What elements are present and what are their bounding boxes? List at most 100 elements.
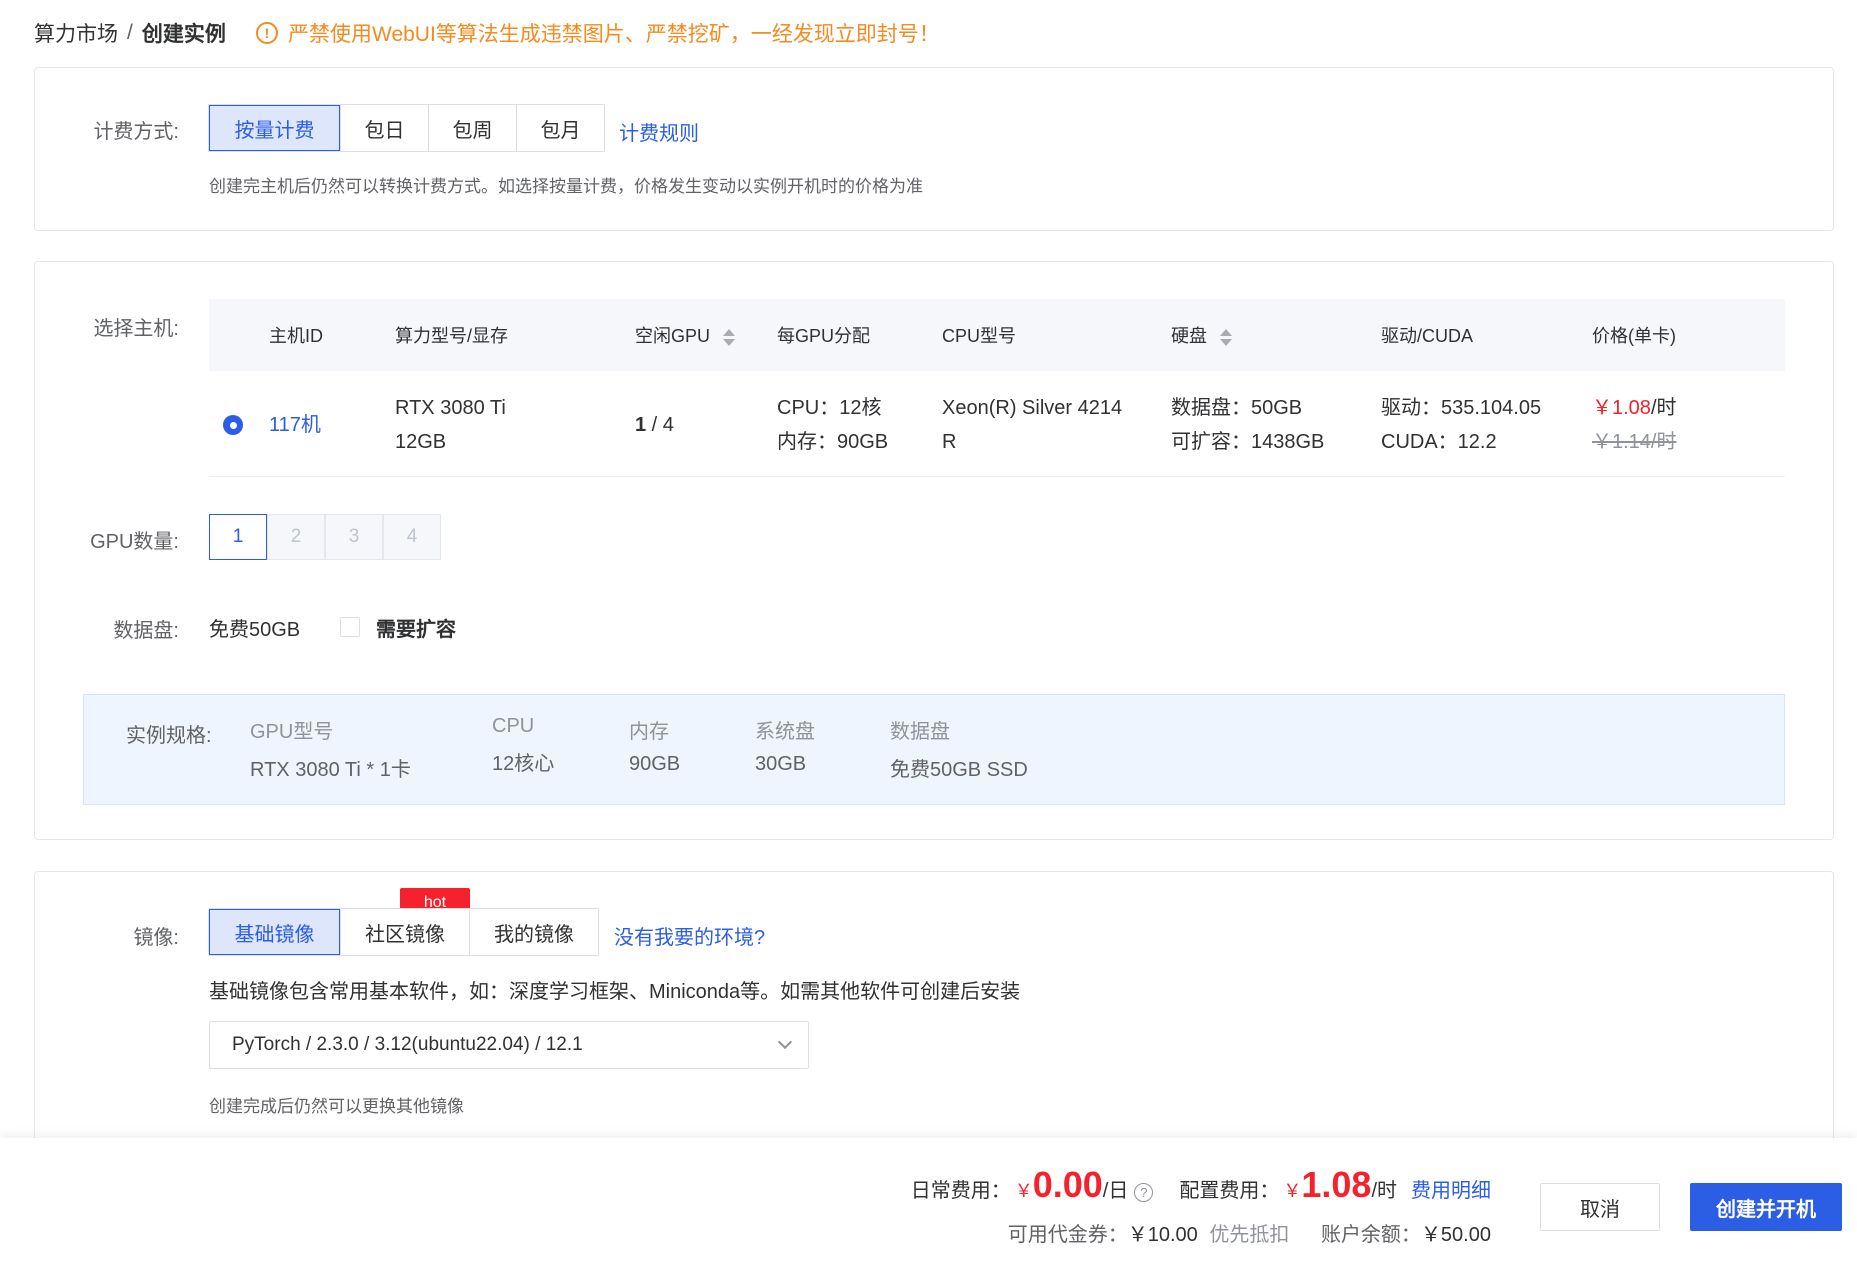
billing-hint: 创建完主机后仍然可以转换计费方式。如选择按量计费，价格发生变动以实例开机时的价格… xyxy=(209,177,923,196)
footer-bar: 日常费用： ￥ 0.00 /日 ? 配置费用： ￥ 1.08 /时 费用明细 可… xyxy=(0,1138,1857,1266)
balance-summary: 可用代金券：￥10.00 优先抵扣 账户余额：￥50.00 xyxy=(1008,1218,1491,1247)
host-label: 选择主机: xyxy=(93,318,179,340)
voucher-amount: ￥10.00 xyxy=(1127,1224,1198,1246)
fee-detail-link[interactable]: 费用明细 xyxy=(1411,1174,1491,1203)
billing-option-hourly[interactable]: 按量计费 xyxy=(209,105,340,151)
col-driver: 驱动/CUDA xyxy=(1381,326,1474,346)
spec-gpu: GPU型号 RTX 3080 Ti * 1卡 xyxy=(250,715,411,782)
col-price: 价格(单卡) xyxy=(1592,326,1676,346)
host-cuda-version: CUDA：12.2 xyxy=(1381,431,1497,453)
host-card: 选择主机: 主机ID 算力型号/显存 空闲GPU 每GPU分配 CPU型号 硬盘… xyxy=(34,261,1834,840)
exclamation-icon: ! xyxy=(256,22,278,44)
gpu-count-label: GPU数量: xyxy=(90,531,179,553)
billing-card: 计费方式: 按量计费 包日 包周 包月 计费规则 创建完主机后仍然可以转换计费方… xyxy=(34,67,1834,231)
create-and-start-button[interactable]: 创建并开机 xyxy=(1690,1183,1842,1231)
billing-option-monthly[interactable]: 包月 xyxy=(516,105,604,151)
balance-label: 账户余额： xyxy=(1320,1224,1421,1246)
price-unit: /时 xyxy=(1650,397,1677,419)
spec-system-disk-key: 系统盘 xyxy=(755,721,815,743)
col-cpu: CPU型号 xyxy=(942,326,1017,346)
billing-options: 按量计费 包日 包周 包月 xyxy=(208,104,605,152)
host-price: ￥1.08/时 ￥1.14/时 xyxy=(1592,391,1677,459)
gpu-count-option-1[interactable]: 1 xyxy=(209,514,267,560)
gpu-count-options: 1 2 3 4 xyxy=(209,514,441,560)
spec-memory-value: 90GB xyxy=(629,753,681,775)
host-disk-data: 数据盘：50GB xyxy=(1171,397,1303,419)
host-id[interactable]: 117机 xyxy=(269,408,321,442)
expand-checkbox[interactable] xyxy=(340,617,360,637)
spec-gpu-key: GPU型号 xyxy=(250,721,334,743)
daily-fee-amount: 0.00 xyxy=(1032,1164,1103,1205)
tab-community-image[interactable]: 社区镜像 xyxy=(340,909,469,955)
host-disk: 数据盘：50GB 可扩容：1438GB xyxy=(1171,391,1324,459)
daily-fee-currency: ￥ xyxy=(1014,1181,1033,1201)
help-icon[interactable]: ? xyxy=(1134,1183,1154,1202)
daily-fee-label: 日常费用： xyxy=(910,1180,1011,1202)
instance-spec: 实例规格: GPU型号 RTX 3080 Ti * 1卡 CPU 12核心 内存… xyxy=(83,694,1785,805)
host-alloc-mem: 内存：90GB xyxy=(777,431,889,453)
chevron-down-icon xyxy=(777,1034,793,1050)
tab-my-image[interactable]: 我的镜像 xyxy=(469,909,598,955)
image-card: 镜像: hot 基础镜像 社区镜像 我的镜像 没有我要的环境? 基础镜像包含常用… xyxy=(34,871,1834,1171)
host-table-header: 主机ID 算力型号/显存 空闲GPU 每GPU分配 CPU型号 硬盘 驱动/CU… xyxy=(209,299,1785,371)
host-free-gpu-total: / 4 xyxy=(646,414,674,436)
host-alloc-cpu: CPU：12核 xyxy=(777,397,882,419)
spec-data-disk-value: 免费50GB SSD xyxy=(890,759,1028,781)
host-model-name: RTX 3080 Ti xyxy=(395,397,506,419)
tab-base-image[interactable]: 基础镜像 xyxy=(209,909,340,955)
billing-option-daily[interactable]: 包日 xyxy=(340,105,428,151)
expand-label[interactable]: 需要扩容 xyxy=(376,613,456,642)
spec-memory: 内存 90GB xyxy=(629,715,680,776)
col-disk[interactable]: 硬盘 xyxy=(1171,322,1233,348)
warning-banner: ! 严禁使用WebUI等算法生成违禁图片、严禁挖矿，一经发现立即封号！ xyxy=(256,18,940,48)
billing-option-weekly[interactable]: 包周 xyxy=(428,105,516,151)
breadcrumb-current: 创建实例 xyxy=(141,23,226,46)
host-driver: 驱动：535.104.05 CUDA：12.2 xyxy=(1381,391,1541,459)
table-row[interactable]: 117机 RTX 3080 Ti 12GB 1 / 4 CPU：12核 内存：9… xyxy=(209,371,1785,477)
image-tabs: 基础镜像 社区镜像 我的镜像 xyxy=(208,908,599,956)
host-cpu-line1: Xeon(R) Silver 4214 xyxy=(942,397,1123,419)
missing-env-link[interactable]: 没有我要的环境? xyxy=(614,921,765,950)
host-model-vram: 12GB xyxy=(395,431,447,453)
image-select[interactable]: PyTorch / 2.3.0 / 3.12(ubuntu22.04) / 12… xyxy=(209,1021,809,1069)
config-fee-unit: /时 xyxy=(1371,1180,1397,1202)
sort-icon[interactable] xyxy=(1220,328,1233,346)
spec-cpu: CPU 12核心 xyxy=(492,715,554,776)
host-radio[interactable] xyxy=(223,415,243,435)
col-disk-label: 硬盘 xyxy=(1171,326,1207,346)
col-free-gpu-label: 空闲GPU xyxy=(635,326,711,346)
image-hint: 创建完成后仍然可以更换其他镜像 xyxy=(209,1097,464,1116)
host-disk-expand: 可扩容：1438GB xyxy=(1171,431,1325,453)
sort-icon[interactable] xyxy=(723,328,736,346)
price-original: ￥1.14/时 xyxy=(1592,431,1677,453)
host-cpu: Xeon(R) Silver 4214 R xyxy=(942,391,1122,459)
host-free-gpu: 1 / 4 xyxy=(635,408,674,442)
gpu-count-option-3[interactable]: 3 xyxy=(325,514,383,560)
daily-fee-unit: /日 xyxy=(1102,1180,1129,1202)
cancel-button[interactable]: 取消 xyxy=(1540,1183,1660,1231)
col-per-gpu: 每GPU分配 xyxy=(777,326,871,346)
image-description: 基础镜像包含常用基本软件，如：深度学习框架、Miniconda等。如需其他软件可… xyxy=(209,981,1021,1003)
spec-cpu-key: CPU xyxy=(492,715,535,737)
gpu-count-option-4[interactable]: 4 xyxy=(383,514,441,560)
host-cpu-line2: R xyxy=(942,431,957,453)
billing-rules-link[interactable]: 计费规则 xyxy=(619,117,699,146)
voucher-note: 优先抵扣 xyxy=(1209,1224,1290,1246)
spec-data-disk-key: 数据盘 xyxy=(890,721,950,743)
col-free-gpu[interactable]: 空闲GPU xyxy=(635,322,736,348)
price-current: ￥1.08 xyxy=(1592,397,1651,419)
breadcrumb-parent[interactable]: 算力市场 xyxy=(34,18,118,48)
spec-data-disk: 数据盘 免费50GB SSD xyxy=(890,715,1028,782)
config-fee-currency: ￥ xyxy=(1283,1181,1302,1201)
host-free-gpu-free: 1 xyxy=(635,414,647,436)
spec-memory-key: 内存 xyxy=(629,721,669,743)
host-driver-version: 驱动：535.104.05 xyxy=(1381,397,1542,419)
gpu-count-option-2[interactable]: 2 xyxy=(267,514,325,560)
breadcrumb: 算力市场 / 创建实例 xyxy=(34,18,226,48)
fee-summary: 日常费用： ￥ 0.00 /日 ? 配置费用： ￥ 1.08 /时 费用明细 xyxy=(911,1164,1491,1206)
spec-cpu-value: 12核心 xyxy=(492,753,555,775)
balance-amount: ￥50.00 xyxy=(1420,1224,1491,1246)
spec-gpu-value: RTX 3080 Ti * 1卡 xyxy=(250,759,411,781)
billing-label: 计费方式: xyxy=(93,121,179,143)
config-fee-label: 配置费用： xyxy=(1179,1180,1280,1202)
